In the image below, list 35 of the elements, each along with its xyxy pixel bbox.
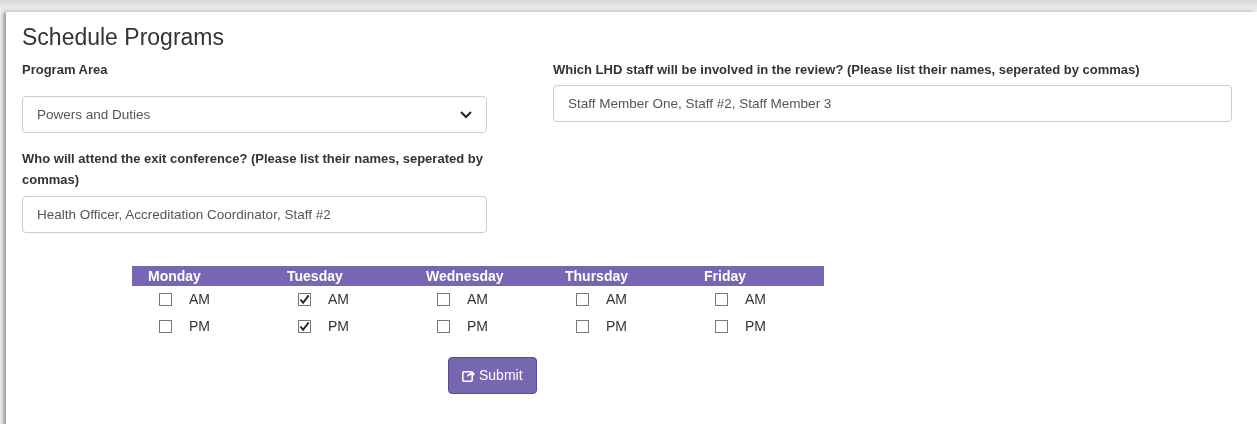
exit-conference-input[interactable]: Health Officer, Accreditation Coordinator, Staff #2 <box>22 196 487 233</box>
day-heading: Friday <box>703 267 747 286</box>
checkbox-label: PM <box>745 317 766 336</box>
checkbox[interactable] <box>159 293 172 306</box>
day-heading: Wednesday <box>425 267 505 286</box>
day-heading: Thursday <box>564 267 629 286</box>
checkbox-label: AM <box>467 290 488 309</box>
chevron-down-icon <box>460 110 472 119</box>
field-label: Program Area <box>22 60 109 79</box>
checkbox[interactable] <box>298 320 311 333</box>
checkbox-label: AM <box>745 290 766 309</box>
checkbox-label: PM <box>467 317 488 336</box>
checkbox[interactable] <box>576 320 589 333</box>
page-title: Schedule Programs <box>22 24 225 52</box>
program-area-select[interactable]: Powers and Duties <box>22 96 487 134</box>
checkbox-label: AM <box>328 290 349 309</box>
checkbox[interactable] <box>715 293 728 306</box>
checkbox-label: PM <box>189 317 210 336</box>
checkbox[interactable] <box>437 293 450 306</box>
checkbox-label: PM <box>328 317 349 336</box>
checkbox[interactable] <box>715 320 728 333</box>
checkbox-label: AM <box>606 290 627 309</box>
checkbox-label: PM <box>606 317 627 336</box>
checkbox-label: AM <box>189 290 210 309</box>
share-icon <box>462 369 475 382</box>
checkbox[interactable] <box>576 293 589 306</box>
day-heading: Tuesday <box>286 267 344 286</box>
checkbox[interactable] <box>159 320 172 333</box>
submit-button[interactable]: Submit <box>448 357 537 394</box>
staff-involved-input[interactable]: Staff Member One, Staff #2, Staff Member 3 <box>553 85 1232 123</box>
checkbox[interactable] <box>437 320 450 333</box>
checkbox[interactable] <box>298 293 311 306</box>
field-label: Which LHD staff will be involved in the review? (Please list their names, seperated by commas) <box>553 60 1141 79</box>
field-label: Who will attend the exit conference? (Please list their names, seperated by commas) <box>22 150 484 190</box>
day-heading: Monday <box>147 267 202 286</box>
